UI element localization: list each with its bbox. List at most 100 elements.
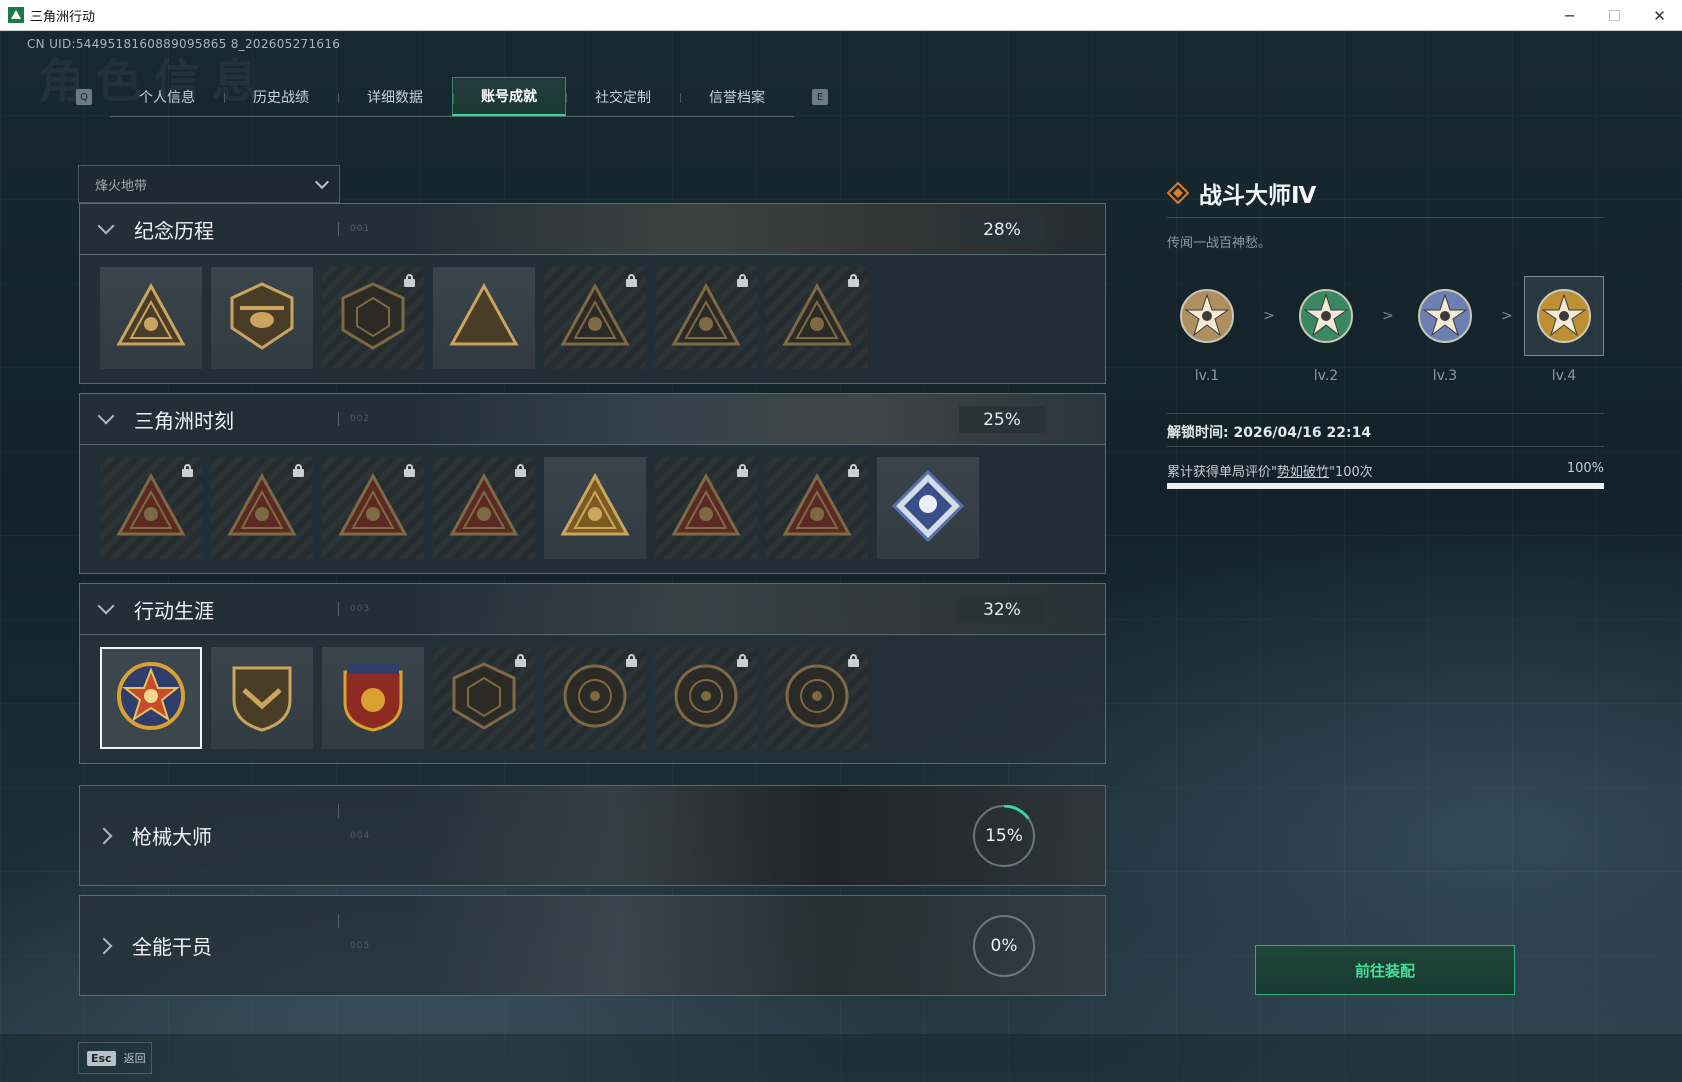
app-logo-icon <box>8 7 24 23</box>
badge-row <box>80 255 1105 383</box>
hex-shield-icon <box>444 656 524 740</box>
category-percent: 28% <box>959 216 1045 243</box>
level-track: lv.1 > lv.2 > lv.3 > lv.4 <box>1167 276 1604 386</box>
lock-icon <box>848 274 859 287</box>
round-eye-icon <box>777 656 857 740</box>
window-titlebar: 三角洲行动 ─ ☐ ✕ <box>0 0 1682 31</box>
level-medal-1[interactable] <box>1167 276 1247 356</box>
tab-profile[interactable]: 个人信息 <box>110 77 224 116</box>
achievement-badge[interactable] <box>544 457 646 559</box>
chevron-down-icon <box>97 407 115 425</box>
triangle-red-dragon-icon <box>777 466 857 550</box>
window-title: 三角洲行动 <box>30 9 96 25</box>
back-button[interactable]: Esc 返回 <box>78 1042 152 1074</box>
chevron-down-icon <box>314 174 330 189</box>
achievement-description: 传闻一战百神愁。 <box>1167 236 1272 251</box>
category-title: 三角洲时刻 <box>134 408 234 433</box>
achievement-badge[interactable] <box>655 457 757 559</box>
level-label: lv.2 <box>1313 368 1339 384</box>
level-medal-2[interactable] <box>1286 276 1366 356</box>
requirement-text: 累计获得单局评价"势如破竹"100次 <box>1167 461 1373 480</box>
lock-icon <box>848 464 859 477</box>
achievement-badge[interactable] <box>322 647 424 749</box>
category-percent: 32% <box>959 596 1045 623</box>
achievement-badge[interactable] <box>211 457 313 559</box>
triangle-red-star-icon <box>444 466 524 550</box>
level-medal-3[interactable] <box>1405 276 1485 356</box>
unlock-time: 解锁时间: 2026/04/16 22:14 <box>1167 425 1372 441</box>
triangle-red-helmet-icon <box>222 466 302 550</box>
main-tabbar: Q 个人信息 历史战绩 详细数据 账号成就 社交定制 信誉档案 E <box>76 77 828 117</box>
divider <box>1167 217 1604 218</box>
maximize-button[interactable]: ☐ <box>1592 0 1637 31</box>
category-title: 全能干员 <box>132 935 212 959</box>
category-header[interactable]: 纪念历程 001 28% <box>80 204 1105 255</box>
level-medal-4[interactable] <box>1524 276 1604 356</box>
achievement-badge[interactable] <box>100 647 202 749</box>
lock-icon <box>737 654 748 667</box>
tab-social[interactable]: 社交定制 <box>566 77 680 116</box>
progress-arc <box>973 915 1035 977</box>
lock-icon <box>737 274 748 287</box>
triangle-vehicle-icon <box>555 276 635 360</box>
achievement-badge[interactable] <box>433 267 535 369</box>
tab-prev-key[interactable]: Q <box>76 89 92 105</box>
chevron-down-icon <box>97 597 115 615</box>
tab-achievements[interactable]: 账号成就 <box>452 77 566 116</box>
badge-row <box>80 445 1105 573</box>
tab-stats[interactable]: 详细数据 <box>338 77 452 116</box>
achievement-badge[interactable] <box>655 267 757 369</box>
bottom-bar: Esc 返回 <box>0 1034 1682 1082</box>
lock-icon <box>737 464 748 477</box>
rank-diamond-icon <box>1166 181 1190 205</box>
mode-select-value: 烽火地带 <box>95 178 148 194</box>
mode-select[interactable]: 烽火地带 <box>78 165 340 203</box>
level-label: lv.4 <box>1551 368 1577 384</box>
badge-row <box>80 635 1105 763</box>
tab-next-key[interactable]: E <box>812 89 828 105</box>
category-weapon-master: 枪械大师 004 15% <box>79 785 1106 886</box>
lock-icon <box>626 654 637 667</box>
tab-credit[interactable]: 信誉档案 <box>680 77 794 116</box>
achievement-badge[interactable] <box>877 457 979 559</box>
achievement-badge[interactable] <box>211 647 313 749</box>
equip-button[interactable]: 前往装配 <box>1255 945 1515 995</box>
chevron-down-icon <box>97 217 115 235</box>
minimize-button[interactable]: ─ <box>1547 0 1592 31</box>
divider <box>338 222 339 236</box>
category-header[interactable]: 三角洲时刻 002 25% <box>80 394 1105 445</box>
achievement-badge[interactable] <box>433 457 535 559</box>
requirement-link[interactable]: 势如破竹 <box>1277 465 1329 480</box>
achievement-badge[interactable] <box>433 647 535 749</box>
achievement-badge[interactable] <box>100 457 202 559</box>
achievement-badge[interactable] <box>766 647 868 749</box>
achievement-badge[interactable] <box>544 647 646 749</box>
lock-icon <box>182 464 193 477</box>
window-controls: ─ ☐ ✕ <box>1547 0 1682 31</box>
achievement-badge[interactable] <box>322 457 424 559</box>
close-button[interactable]: ✕ <box>1637 0 1682 31</box>
category-index: 004 <box>350 830 371 841</box>
achievement-badge[interactable] <box>322 267 424 369</box>
achievement-badge[interactable] <box>544 267 646 369</box>
category-header[interactable]: 枪械大师 004 15% <box>80 786 1105 885</box>
star-medal-icon <box>111 656 191 740</box>
tab-history[interactable]: 历史战绩 <box>224 77 338 116</box>
tab-list: 个人信息 历史战绩 详细数据 账号成就 社交定制 信誉档案 <box>110 77 794 117</box>
category-title: 纪念历程 <box>134 218 214 243</box>
achievement-badge[interactable] <box>655 647 757 749</box>
star-medal-icon <box>1299 289 1353 343</box>
level-arrow-icon: > <box>1382 308 1394 324</box>
category-header[interactable]: 全能干员 005 0% <box>80 896 1105 995</box>
divider <box>338 804 339 818</box>
achievement-badge[interactable] <box>766 267 868 369</box>
achievement-badge[interactable] <box>211 267 313 369</box>
star-medal-icon <box>1180 289 1234 343</box>
category-title: 枪械大师 <box>132 825 212 849</box>
achievement-badge[interactable] <box>100 267 202 369</box>
triangle-soldier-icon <box>666 276 746 360</box>
requirement-suffix: "100次 <box>1329 465 1373 480</box>
category-header[interactable]: 行动生涯 003 32% <box>80 584 1105 635</box>
round-skull-icon <box>666 656 746 740</box>
achievement-badge[interactable] <box>766 457 868 559</box>
